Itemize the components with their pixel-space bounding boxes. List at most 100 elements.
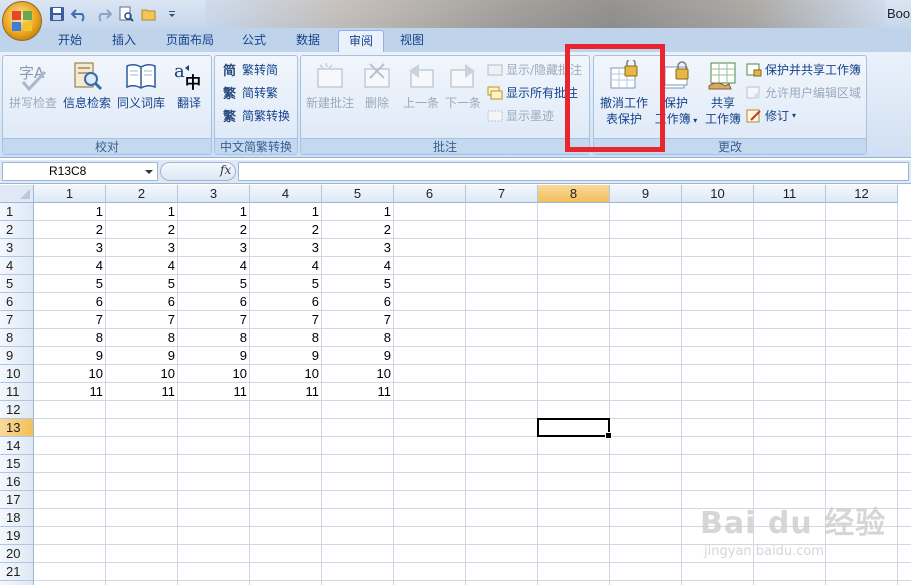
row-header[interactable]: 7 — [0, 311, 34, 329]
convert-chinese-button[interactable]: 繁 简繁转换 — [223, 106, 290, 126]
column-header[interactable]: 5 — [322, 185, 394, 203]
column-header[interactable]: 7 — [466, 185, 538, 203]
research-button[interactable]: 信息检索 — [61, 58, 113, 111]
cell[interactable]: 6 — [106, 293, 178, 311]
row-header[interactable]: 21 — [0, 563, 34, 581]
cell[interactable]: 10 — [106, 365, 178, 383]
cell[interactable]: 5 — [322, 275, 394, 293]
cell[interactable]: 10 — [250, 365, 322, 383]
insert-function-icon[interactable]: fx — [220, 163, 231, 177]
cell[interactable]: 9 — [34, 347, 106, 365]
cell[interactable]: 6 — [178, 293, 250, 311]
open-folder-icon[interactable] — [140, 5, 158, 23]
cell[interactable]: 8 — [322, 329, 394, 347]
cell[interactable]: 1 — [250, 203, 322, 221]
delete-comment-button[interactable]: 删除 — [357, 58, 397, 111]
office-button[interactable] — [2, 1, 42, 41]
cell[interactable]: 3 — [322, 239, 394, 257]
cell[interactable]: 3 — [34, 239, 106, 257]
cell[interactable]: 4 — [322, 257, 394, 275]
cell[interactable]: 1 — [34, 203, 106, 221]
active-cell[interactable] — [537, 418, 612, 439]
protect-workbook-button[interactable]: 保护 工作簿 ▾ — [652, 58, 700, 129]
cell[interactable]: 9 — [178, 347, 250, 365]
next-comment-button[interactable]: 下一条 — [441, 58, 485, 111]
print-preview-icon[interactable] — [117, 5, 135, 23]
customize-toolbar-icon[interactable] — [163, 5, 181, 23]
row-header[interactable]: 15 — [0, 455, 34, 473]
column-header[interactable]: 6 — [394, 185, 466, 203]
name-box-dropdown-icon[interactable] — [145, 170, 153, 174]
cell[interactable]: 4 — [250, 257, 322, 275]
cell[interactable]: 1 — [106, 203, 178, 221]
cell[interactable]: 9 — [106, 347, 178, 365]
cell[interactable]: 8 — [34, 329, 106, 347]
cell[interactable]: 11 — [178, 383, 250, 401]
show-ink-button[interactable]: 显示墨迹 — [487, 106, 554, 126]
show-hide-comment-button[interactable]: 显示/隐藏批注 — [487, 60, 582, 80]
cell[interactable]: 10 — [34, 365, 106, 383]
cell[interactable]: 9 — [250, 347, 322, 365]
cell[interactable]: 11 — [106, 383, 178, 401]
row-header[interactable]: 11 — [0, 383, 34, 401]
cell[interactable]: 8 — [106, 329, 178, 347]
cell[interactable]: 9 — [322, 347, 394, 365]
cell[interactable]: 3 — [178, 239, 250, 257]
allow-edit-ranges-button[interactable]: 允许用户编辑区域 — [746, 83, 861, 103]
show-all-comments-button[interactable]: 显示所有批注 — [487, 83, 578, 103]
row-header[interactable]: 4 — [0, 257, 34, 275]
track-changes-button[interactable]: 修订 ▾ — [746, 106, 796, 126]
formula-input[interactable] — [238, 162, 909, 181]
row-header[interactable]: 20 — [0, 545, 34, 563]
row-header[interactable]: 19 — [0, 527, 34, 545]
cell[interactable]: 2 — [106, 221, 178, 239]
protect-and-share-button[interactable]: 保护并共享工作簿 — [746, 60, 861, 80]
row-header[interactable]: 6 — [0, 293, 34, 311]
cell[interactable]: 7 — [322, 311, 394, 329]
cell[interactable]: 3 — [106, 239, 178, 257]
thesaurus-button[interactable]: 同义词库 — [113, 58, 169, 111]
redo-icon[interactable] — [94, 5, 112, 23]
cell[interactable]: 2 — [322, 221, 394, 239]
cell[interactable]: 4 — [106, 257, 178, 275]
cell[interactable]: 5 — [178, 275, 250, 293]
cell[interactable]: 4 — [178, 257, 250, 275]
tab-view[interactable]: 视图 — [390, 30, 434, 52]
row-header[interactable]: 13 — [0, 419, 34, 437]
row-header[interactable]: 1 — [0, 203, 34, 221]
cell[interactable]: 4 — [34, 257, 106, 275]
row-header[interactable]: 16 — [0, 473, 34, 491]
save-icon[interactable] — [48, 5, 66, 23]
row-header[interactable]: 2 — [0, 221, 34, 239]
cell[interactable]: 11 — [250, 383, 322, 401]
row-header[interactable]: 22 — [0, 581, 34, 585]
cell[interactable]: 10 — [178, 365, 250, 383]
cell[interactable]: 2 — [178, 221, 250, 239]
column-header[interactable]: 4 — [250, 185, 322, 203]
cell[interactable]: 3 — [250, 239, 322, 257]
row-header[interactable]: 5 — [0, 275, 34, 293]
spell-check-button[interactable]: 字A 拼写检查 — [7, 58, 59, 111]
cell[interactable]: 6 — [250, 293, 322, 311]
cell[interactable]: 6 — [322, 293, 394, 311]
row-header[interactable]: 10 — [0, 365, 34, 383]
cell[interactable]: 7 — [34, 311, 106, 329]
row-header[interactable]: 9 — [0, 347, 34, 365]
column-header[interactable]: 8 — [538, 185, 610, 203]
cell[interactable]: 8 — [250, 329, 322, 347]
column-header[interactable]: 2 — [106, 185, 178, 203]
tab-insert[interactable]: 插入 — [102, 30, 146, 52]
cell[interactable]: 5 — [250, 275, 322, 293]
row-header[interactable]: 18 — [0, 509, 34, 527]
cell[interactable]: 1 — [178, 203, 250, 221]
translate-button[interactable]: a中 翻译 — [169, 58, 209, 111]
cell[interactable]: 7 — [250, 311, 322, 329]
tab-page-layout[interactable]: 页面布局 — [158, 30, 222, 52]
cell[interactable]: 8 — [178, 329, 250, 347]
column-header[interactable]: 12 — [826, 185, 898, 203]
cell[interactable]: 5 — [106, 275, 178, 293]
cell[interactable]: 10 — [322, 365, 394, 383]
cell[interactable]: 11 — [34, 383, 106, 401]
column-header[interactable]: 9 — [610, 185, 682, 203]
cell[interactable]: 11 — [322, 383, 394, 401]
